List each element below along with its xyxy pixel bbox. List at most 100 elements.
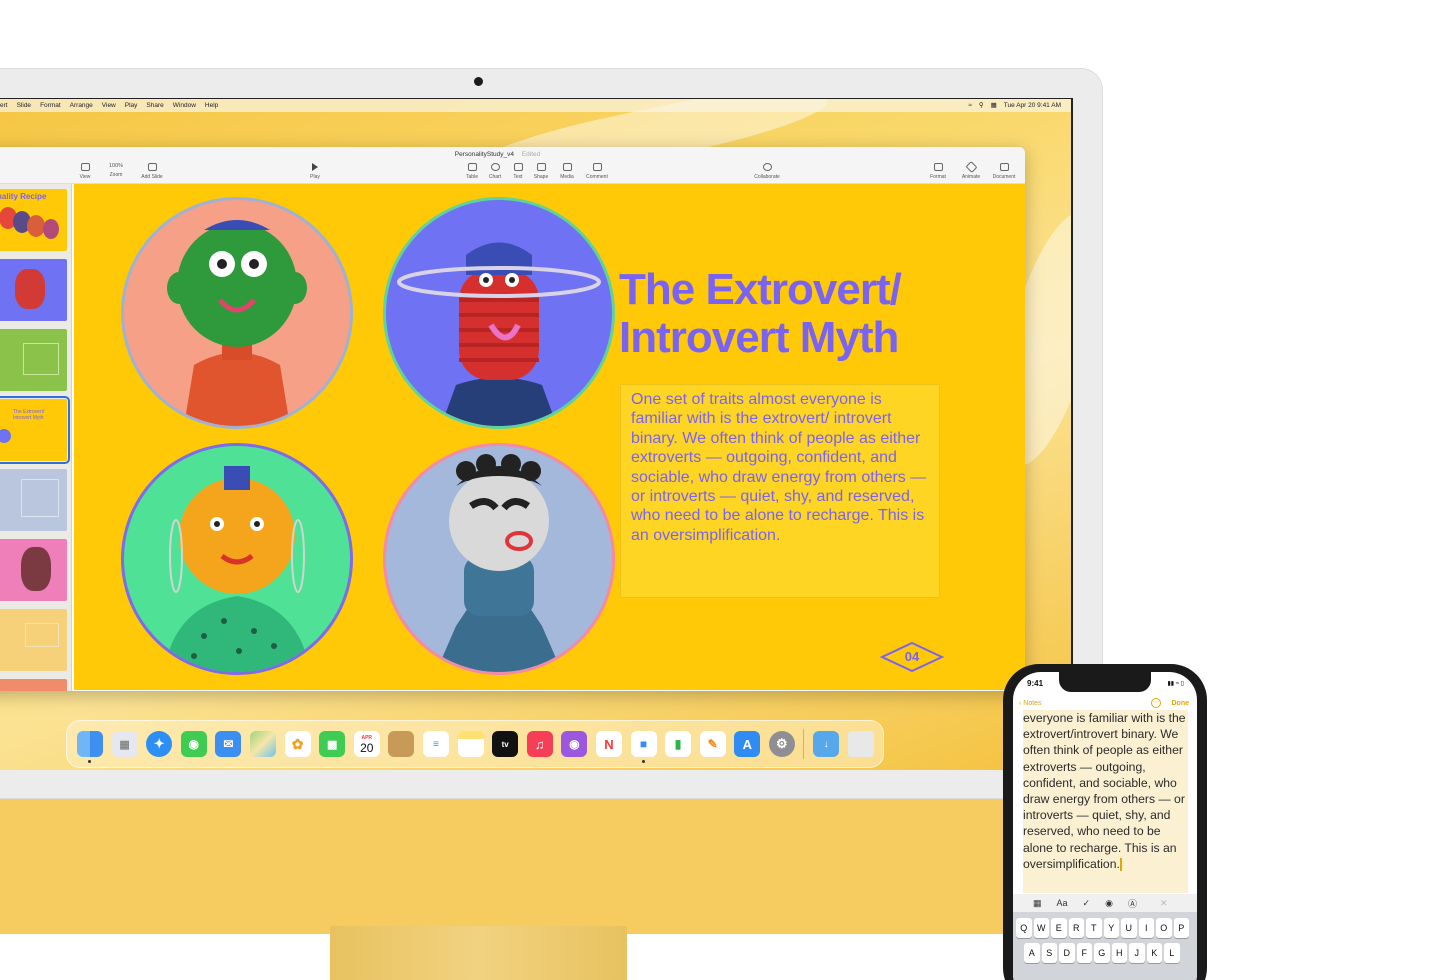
document-button[interactable]: Document: [989, 163, 1019, 180]
menu-item-arrange[interactable]: Arrange: [70, 102, 93, 109]
calendar-icon[interactable]: APR 20: [353, 731, 380, 757]
collaborate-button[interactable]: Collaborate: [752, 163, 782, 180]
more-icon[interactable]: ⋯: [1151, 698, 1161, 708]
contacts-icon[interactable]: [388, 731, 415, 757]
add-slide-button[interactable]: Add Slide: [137, 163, 167, 180]
view-button[interactable]: View: [70, 163, 100, 180]
slide-thumbnail-1[interactable]: nality Recipe: [0, 189, 67, 251]
key-i[interactable]: I: [1138, 918, 1154, 938]
slide-navigator: nality Recipe The Extrovert/ Introvert M…: [0, 184, 72, 691]
downloads-folder-icon[interactable]: ↓: [813, 731, 840, 757]
finder-icon[interactable]: [77, 731, 103, 763]
numbers-icon[interactable]: ▮: [665, 731, 692, 757]
key-a[interactable]: A: [1024, 943, 1040, 963]
key-y[interactable]: Y: [1103, 918, 1119, 938]
app-store-icon[interactable]: A: [734, 731, 761, 757]
key-e[interactable]: E: [1051, 918, 1067, 938]
slide-thumbnail-7[interactable]: [0, 609, 67, 671]
notes-back-button[interactable]: ‹ Notes: [1019, 700, 1042, 707]
imac-chin: [0, 799, 1103, 934]
markup-icon[interactable]: Ⓐ: [1128, 897, 1137, 910]
control-center-icon[interactable]: ▦: [991, 101, 997, 109]
photos-icon[interactable]: ✿: [284, 731, 311, 757]
shape-icon: [536, 163, 546, 171]
key-p[interactable]: P: [1173, 918, 1189, 938]
pages-icon[interactable]: ✎: [699, 731, 726, 757]
wifi-icon[interactable]: ≈: [968, 102, 972, 109]
key-f[interactable]: F: [1076, 943, 1092, 963]
animate-button[interactable]: Animate: [956, 160, 986, 180]
slide-number: 04: [904, 649, 920, 664]
menu-item-help[interactable]: Help: [205, 102, 218, 109]
menu-item-play[interactable]: Play: [125, 102, 138, 109]
slide-canvas[interactable]: The Extrovert/ Introvert Myth One set of…: [74, 184, 1025, 690]
keynote-icon[interactable]: ■: [630, 731, 657, 763]
safari-icon[interactable]: ✦: [146, 731, 173, 757]
close-icon[interactable]: ✕: [1160, 898, 1168, 909]
zoom-button[interactable]: 100% Zoom: [101, 163, 131, 178]
slide-thumbnail-3[interactable]: [0, 329, 67, 391]
key-t[interactable]: T: [1086, 918, 1102, 938]
document-title[interactable]: PersonalityStudy_v4: [455, 151, 514, 158]
animate-icon: [964, 160, 978, 174]
menu-item-share[interactable]: Share: [146, 102, 163, 109]
slide-body-textbox[interactable]: One set of traits almost everyone is fam…: [620, 384, 940, 598]
news-icon[interactable]: N: [595, 731, 622, 757]
key-g[interactable]: G: [1094, 943, 1110, 963]
dock: ▦ ✦ ◉ ✉ ✿ ▩ APR 20 ≡ tv ♫ ◉ N ■ ▮ ✎ A ⚙ …: [66, 720, 884, 768]
facetime-icon[interactable]: ▩: [319, 731, 346, 757]
launchpad-icon[interactable]: ▦: [111, 731, 138, 757]
menu-item-slide[interactable]: Slide: [17, 102, 31, 109]
maps-icon[interactable]: [249, 731, 276, 757]
play-button[interactable]: Play: [300, 163, 330, 180]
menu-item-view[interactable]: View: [102, 102, 116, 109]
slide-thumbnail-2[interactable]: [0, 259, 67, 321]
format-text-button[interactable]: Aa: [1057, 898, 1068, 908]
key-s[interactable]: S: [1041, 943, 1057, 963]
menu-item-window[interactable]: Window: [173, 102, 196, 109]
key-j[interactable]: J: [1129, 943, 1145, 963]
slide-thumbnail-6[interactable]: [0, 539, 67, 601]
camera-icon[interactable]: ◉: [1105, 898, 1113, 909]
portrait-red-coil-character: [386, 200, 612, 426]
done-button[interactable]: Done: [1172, 700, 1190, 707]
comment-button[interactable]: Comment: [582, 163, 612, 180]
menu-item-format[interactable]: Format: [40, 102, 61, 109]
format-button[interactable]: Format: [923, 163, 953, 180]
podcasts-icon[interactable]: ◉: [561, 731, 588, 757]
slide-thumbnail-4[interactable]: The Extrovert/ Introvert Myth: [0, 396, 70, 464]
messages-icon[interactable]: ◉: [180, 731, 207, 757]
key-d[interactable]: D: [1059, 943, 1075, 963]
note-body[interactable]: everyone is familiar with is the extrove…: [1023, 710, 1188, 893]
music-icon[interactable]: ♫: [526, 731, 553, 757]
slide-title[interactable]: The Extrovert/ Introvert Myth: [619, 266, 979, 362]
notes-icon[interactable]: [457, 731, 484, 757]
format-icon: [933, 163, 943, 171]
key-k[interactable]: K: [1146, 943, 1162, 963]
key-h[interactable]: H: [1111, 943, 1127, 963]
media-button[interactable]: Media: [552, 163, 582, 180]
slide-body-text: One set of traits almost everyone is fam…: [631, 391, 927, 544]
menu-item[interactable]: ert: [0, 102, 8, 109]
keynote-toolbar: PersonalityStudy_v4 Edited View 100% Zoom…: [0, 147, 1025, 184]
mail-icon[interactable]: ✉: [215, 731, 242, 757]
menu-extras: ≈ ⚲ ▦ Tue Apr 20 9:41 AM: [968, 101, 1061, 110]
key-w[interactable]: W: [1033, 918, 1049, 938]
document-title-bar: PersonalityStudy_v4 Edited: [0, 151, 1025, 158]
trash-icon[interactable]: [847, 731, 874, 757]
key-l[interactable]: L: [1164, 943, 1180, 963]
tv-icon[interactable]: tv: [492, 731, 519, 757]
reminders-icon[interactable]: ≡: [422, 731, 449, 757]
checklist-icon[interactable]: ✓: [1083, 898, 1091, 909]
slide-thumbnail-8[interactable]: [0, 679, 67, 691]
key-r[interactable]: R: [1068, 918, 1084, 938]
slide-thumbnail-5[interactable]: [0, 469, 67, 531]
menubar-clock[interactable]: Tue Apr 20 9:41 AM: [1004, 102, 1061, 109]
key-o[interactable]: O: [1156, 918, 1172, 938]
search-icon[interactable]: ⚲: [979, 101, 984, 109]
key-q[interactable]: Q: [1016, 918, 1032, 938]
system-preferences-icon[interactable]: ⚙: [768, 731, 795, 757]
table-icon[interactable]: ▦: [1033, 898, 1042, 909]
notes-format-toolbar: ▦ Aa ✓ ◉ Ⓐ ✕: [1013, 894, 1197, 912]
key-u[interactable]: U: [1121, 918, 1137, 938]
